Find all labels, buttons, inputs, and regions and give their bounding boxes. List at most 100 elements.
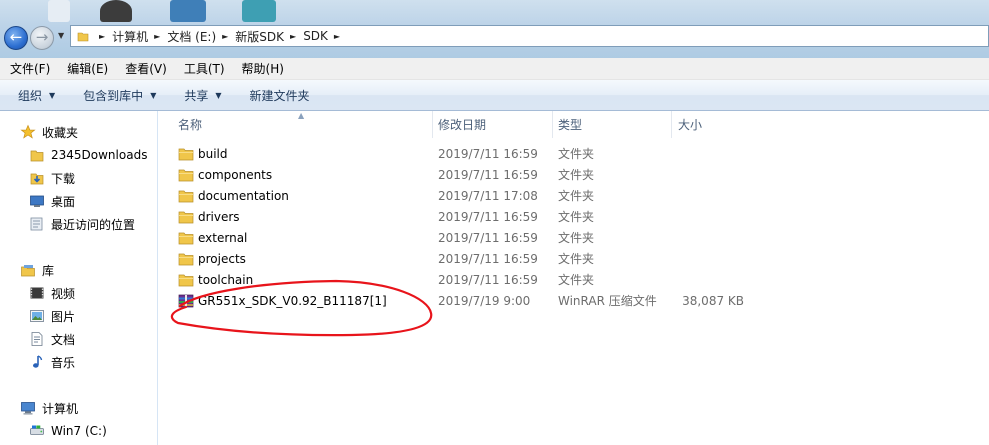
menu-edit[interactable]: 编辑(E) xyxy=(57,60,115,77)
file-date: 2019/7/11 16:59 xyxy=(438,210,538,224)
music-note-icon xyxy=(33,355,43,368)
file-type: 文件夹 xyxy=(558,231,595,245)
file-name: documentation xyxy=(198,189,289,203)
nav-item-label: 2345Downloads xyxy=(51,148,148,162)
winrar-archive-icon xyxy=(178,294,194,308)
include-in-library-button[interactable]: 包含到库中 ▼ xyxy=(73,87,166,104)
chevron-down-icon: ▼ xyxy=(49,90,56,100)
file-row[interactable]: drivers 2019/7/11 16:59 文件夹 xyxy=(172,207,772,228)
file-name: projects xyxy=(198,252,246,266)
menu-bar: 文件(F) 编辑(E) 查看(V) 工具(T) 帮助(H) xyxy=(0,58,989,80)
file-type: 文件夹 xyxy=(558,273,595,287)
chevron-right-icon[interactable]: ► xyxy=(222,32,228,41)
nav-libraries[interactable]: 库 xyxy=(20,260,54,280)
folder-icon xyxy=(77,32,89,42)
chevron-right-icon[interactable]: ► xyxy=(154,32,160,41)
file-size: 38,087 KB xyxy=(682,294,744,308)
menu-view[interactable]: 查看(V) xyxy=(115,60,174,77)
include-in-library-label: 包含到库中 xyxy=(83,88,144,103)
menu-tools[interactable]: 工具(T) xyxy=(174,60,232,77)
nav-item-label: 文档 xyxy=(51,332,76,347)
file-row[interactable]: toolchain 2019/7/11 16:59 文件夹 xyxy=(172,270,772,291)
file-type: WinRAR 压缩文件 xyxy=(558,294,657,308)
nav-item-documents[interactable]: 文档 xyxy=(29,329,75,349)
organize-button[interactable]: 组织 ▼ xyxy=(8,87,65,104)
file-row[interactable]: build 2019/7/11 16:59 文件夹 xyxy=(172,144,772,165)
folder-icon xyxy=(178,253,194,266)
picture-icon xyxy=(30,310,44,322)
breadcrumb-new-sdk[interactable]: 新版SDK xyxy=(235,28,284,45)
computer-icon xyxy=(21,402,35,415)
back-arrow-icon[interactable]: ← xyxy=(4,26,28,50)
file-name: drivers xyxy=(198,210,240,224)
file-date: 2019/7/11 17:08 xyxy=(438,189,538,203)
chevron-right-icon[interactable]: ► xyxy=(290,32,296,41)
nav-item-pictures[interactable]: 图片 xyxy=(29,306,75,326)
hard-drive-icon xyxy=(30,425,44,435)
address-bar[interactable]: ► 计算机 ► 文档 (E:) ► 新版SDK ► SDK ► xyxy=(70,25,989,47)
organize-label: 组织 xyxy=(18,88,43,103)
star-icon xyxy=(20,124,36,139)
nav-item-videos[interactable]: 视频 xyxy=(29,283,75,303)
share-button[interactable]: 共享 ▼ xyxy=(174,87,231,104)
file-type: 文件夹 xyxy=(558,147,595,161)
file-type: 文件夹 xyxy=(558,210,595,224)
share-label: 共享 xyxy=(184,88,209,103)
nav-item-music[interactable]: 音乐 xyxy=(29,352,75,372)
file-date: 2019/7/11 16:59 xyxy=(438,231,538,245)
library-icon xyxy=(21,265,35,277)
file-date: 2019/7/11 16:59 xyxy=(438,147,538,161)
file-name: GR551x_SDK_V0.92_B11187[1] xyxy=(198,294,387,308)
file-type: 文件夹 xyxy=(558,252,595,266)
column-header-size[interactable]: 大小 xyxy=(672,111,762,138)
nav-computer[interactable]: 计算机 xyxy=(20,398,78,418)
column-header-type[interactable]: 类型 xyxy=(552,111,672,138)
file-row[interactable]: documentation 2019/7/11 17:08 文件夹 xyxy=(172,186,772,207)
breadcrumb-computer[interactable]: 计算机 xyxy=(112,28,148,45)
nav-item-2345downloads[interactable]: 2345Downloads xyxy=(29,145,147,165)
column-header-date[interactable]: 修改日期 xyxy=(432,111,552,138)
nav-item-label: 最近访问的位置 xyxy=(51,217,136,232)
nav-item-desktop[interactable]: 桌面 xyxy=(29,191,75,211)
download-folder-icon xyxy=(30,173,44,185)
nav-item-downloads[interactable]: 下载 xyxy=(29,168,75,188)
nav-favorites[interactable]: 收藏夹 xyxy=(20,122,78,142)
breadcrumb-sdk[interactable]: SDK xyxy=(303,29,328,43)
file-date: 2019/7/11 16:59 xyxy=(438,168,538,182)
chevron-down-icon: ▼ xyxy=(215,90,222,100)
file-type: 文件夹 xyxy=(558,168,595,182)
file-row[interactable]: projects 2019/7/11 16:59 文件夹 xyxy=(172,249,772,270)
column-header-name-label: 名称 xyxy=(178,118,203,132)
chevron-right-icon[interactable]: ► xyxy=(99,32,105,41)
chevron-down-icon: ▼ xyxy=(150,90,157,100)
nav-item-label: Win7 (C:) xyxy=(51,424,107,438)
file-date: 2019/7/19 9:00 xyxy=(438,294,531,308)
forward-arrow-icon[interactable]: → xyxy=(30,26,54,50)
folder-icon xyxy=(178,274,194,287)
folder-icon xyxy=(30,150,44,162)
nav-item-drive-c[interactable]: Win7 (C:) xyxy=(29,421,107,441)
chevron-right-icon[interactable]: ► xyxy=(334,32,340,41)
file-date: 2019/7/11 16:59 xyxy=(438,252,538,266)
folder-icon xyxy=(178,211,194,224)
new-folder-button[interactable]: 新建文件夹 xyxy=(240,87,320,104)
folder-icon xyxy=(178,190,194,203)
folder-icon xyxy=(178,148,194,161)
column-header-size-label: 大小 xyxy=(678,118,703,132)
history-dropdown-icon[interactable]: ▼ xyxy=(58,31,64,40)
recent-places-icon xyxy=(30,217,43,231)
nav-item-label: 下载 xyxy=(51,171,76,186)
navigation-pane: 收藏夹 2345Downloads 下载 桌面 最近访问的位置 库 视频 图片 … xyxy=(0,111,158,445)
address-toolbar: ← → ▼ ► 计算机 ► 文档 (E:) ► 新版SDK ► SDK ► xyxy=(0,0,989,58)
menu-help[interactable]: 帮助(H) xyxy=(232,60,291,77)
file-row[interactable]: GR551x_SDK_V0.92_B11187[1] 2019/7/19 9:00… xyxy=(172,291,772,312)
video-icon xyxy=(30,287,44,299)
menu-file[interactable]: 文件(F) xyxy=(0,60,57,77)
breadcrumb-drive-e[interactable]: 文档 (E:) xyxy=(167,28,216,45)
nav-item-recent-places[interactable]: 最近访问的位置 xyxy=(29,214,135,234)
nav-computer-label: 计算机 xyxy=(42,401,79,416)
file-type: 文件夹 xyxy=(558,189,595,203)
file-row[interactable]: external 2019/7/11 16:59 文件夹 xyxy=(172,228,772,249)
file-row[interactable]: components 2019/7/11 16:59 文件夹 xyxy=(172,165,772,186)
breadcrumb: ► 计算机 ► 文档 (E:) ► 新版SDK ► SDK ► xyxy=(93,26,347,46)
